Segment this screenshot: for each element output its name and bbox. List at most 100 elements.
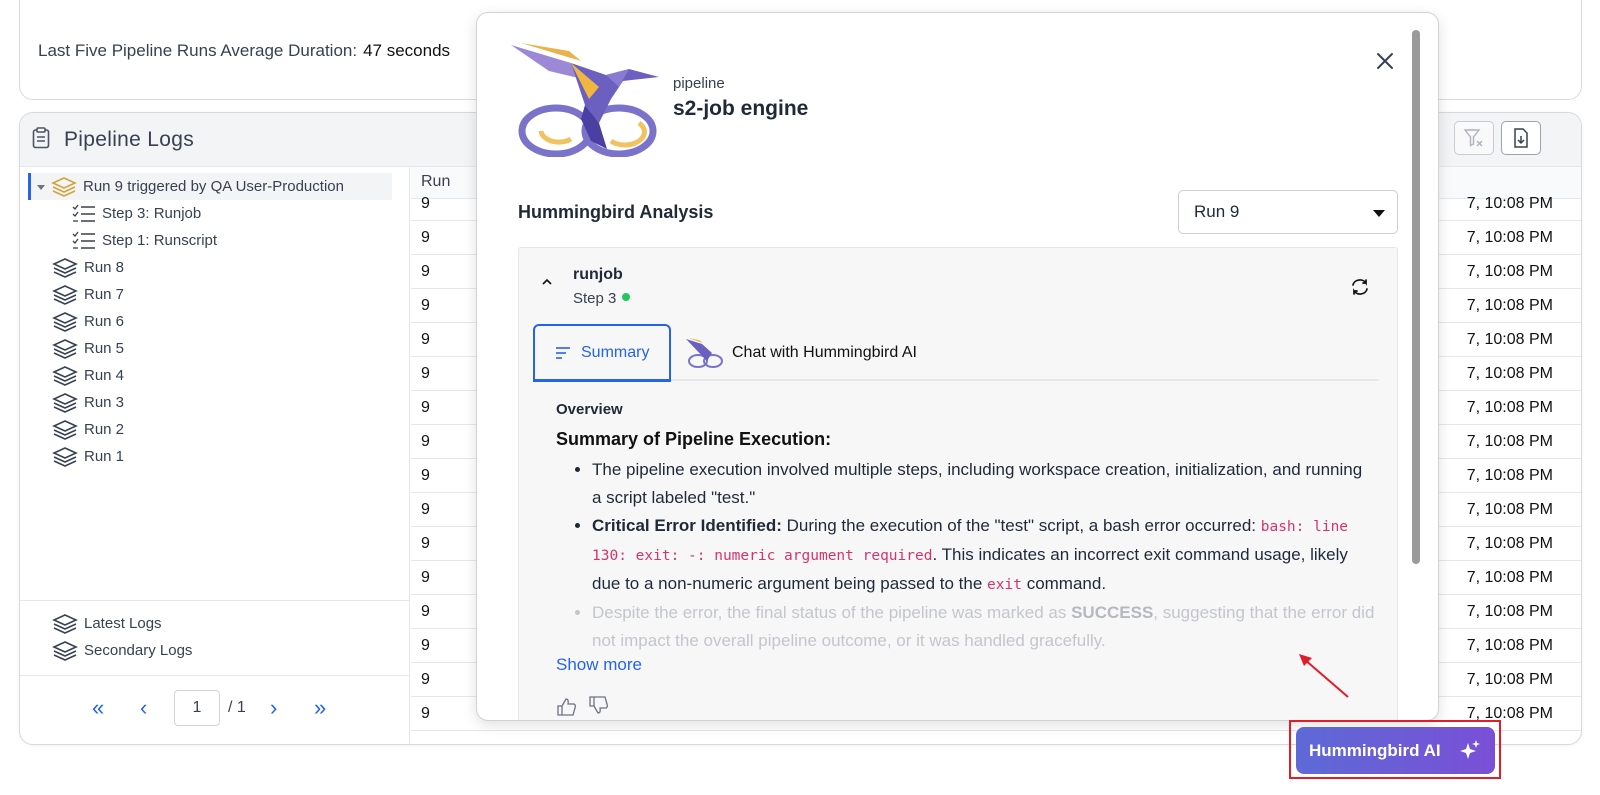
hummingbird-modal: pipeline s2-job engine Hummingbird Analy… — [476, 12, 1439, 721]
cell-time: 7, 10:08 PM — [1466, 501, 1553, 518]
average-duration: Last Five Pipeline Runs Average Duration… — [38, 41, 450, 61]
cell-run: 9 — [421, 433, 430, 450]
hummingbird-ai-button[interactable]: Hummingbird AI — [1296, 727, 1495, 774]
cell-run: 9 — [421, 297, 430, 314]
cell-run: 9 — [421, 535, 430, 552]
job-step-label: Step 3 — [573, 290, 617, 307]
clear-filter-button[interactable] — [1454, 121, 1494, 155]
cell-time: 7, 10:08 PM — [1466, 263, 1553, 280]
layers-icon — [51, 176, 77, 197]
export-file-icon — [1514, 128, 1528, 148]
clear-filter-icon — [1463, 129, 1483, 147]
cell-run: 9 — [421, 705, 430, 722]
pipeline-logs-title: Pipeline Logs — [64, 128, 194, 151]
status-dot — [622, 293, 631, 301]
tree-item-run-2[interactable]: Run 2 — [52, 416, 124, 443]
tree-item-step-3[interactable]: Step 3: Runjob — [72, 200, 201, 227]
secondary-logs-link[interactable]: Secondary Logs — [52, 637, 192, 664]
page-total: / 1 — [228, 699, 246, 716]
cell-time: 7, 10:08 PM — [1466, 433, 1553, 450]
modal-kind-label: pipeline — [673, 75, 725, 92]
tree-item-label: Run 3 — [84, 394, 125, 411]
layers-icon — [52, 257, 78, 278]
layers-icon — [52, 419, 78, 440]
layers-icon — [52, 365, 78, 386]
latest-logs-link[interactable]: Latest Logs — [52, 610, 162, 637]
layers-icon — [52, 338, 78, 359]
analysis-tabs: Summary Chat with Hummingbird AI — [533, 323, 1379, 382]
cell-time: 7, 10:08 PM — [1466, 569, 1553, 586]
bullet-text: During the execution of the "test" scrip… — [781, 516, 1261, 535]
cell-run: 9 — [421, 331, 430, 348]
cell-run: 9 — [421, 637, 430, 654]
tree-pagination: « ‹ 1 / 1 › » — [20, 675, 410, 744]
next-page-icon[interactable]: › — [270, 690, 277, 726]
tree-item-label: Run 5 — [84, 340, 125, 357]
run-select-value: Run 9 — [1194, 202, 1240, 221]
tree-item-run-1[interactable]: Run 1 — [52, 443, 124, 470]
analysis-card: runjob Step 3 Summary Chat with Hummingb… — [518, 247, 1398, 720]
tree-item-label: Run 6 — [84, 313, 125, 330]
cell-time: 7, 10:08 PM — [1466, 399, 1553, 416]
job-step: Step 3 — [573, 290, 631, 307]
tree-item-run-7[interactable]: Run 7 — [52, 281, 124, 308]
overview-label: Overview — [556, 401, 623, 418]
cell-time: 7, 10:08 PM — [1466, 671, 1553, 688]
refresh-icon[interactable] — [1349, 276, 1371, 298]
thumbs-down-icon[interactable] — [589, 696, 608, 714]
average-duration-label: Last Five Pipeline Runs Average Duration… — [38, 41, 358, 60]
bullet-text: Despite the error, the final status of t… — [592, 603, 1072, 622]
sparkles-icon — [1460, 740, 1480, 759]
tree-item-run-4[interactable]: Run 4 — [52, 362, 124, 389]
first-page-icon[interactable]: « — [92, 690, 104, 726]
hummingbird-ai-label: Hummingbird AI — [1309, 741, 1441, 760]
layers-icon — [52, 392, 78, 413]
summary-bullet: Despite the error, the final status of t… — [592, 599, 1376, 655]
job-name: runjob — [573, 266, 623, 283]
cell-run: 9 — [421, 467, 430, 484]
cell-time: 7, 10:08 PM — [1466, 195, 1553, 212]
modal-scrollbar[interactable] — [1412, 30, 1420, 564]
tree-item-run-6[interactable]: Run 6 — [52, 308, 124, 335]
cell-run: 9 — [421, 365, 430, 382]
tab-chat-label: Chat with Hummingbird AI — [732, 344, 917, 361]
cell-time: 7, 10:08 PM — [1466, 365, 1553, 382]
tree-item-label: Step 1: Runscript — [102, 232, 218, 249]
cell-run: 9 — [421, 603, 430, 620]
latest-logs-label: Latest Logs — [84, 615, 162, 632]
run-tree: Run 9 triggered by QA User-Production St… — [20, 167, 410, 744]
tree-item-label: Step 3: Runjob — [102, 205, 202, 222]
layers-icon — [52, 284, 78, 305]
chevron-up-icon[interactable] — [541, 276, 553, 288]
tree-item-run-3[interactable]: Run 3 — [52, 389, 124, 416]
page-input[interactable]: 1 — [174, 690, 220, 726]
tree-item-label: Run 7 — [84, 286, 125, 303]
tree-item-run-8[interactable]: Run 8 — [52, 254, 124, 281]
prev-page-icon[interactable]: ‹ — [140, 690, 147, 726]
cell-time: 7, 10:08 PM — [1466, 331, 1553, 348]
cell-time: 7, 10:08 PM — [1466, 637, 1553, 654]
exit-code: exit — [987, 577, 1022, 593]
tree-item-label: Run 8 — [84, 259, 125, 276]
average-duration-value: 47 seconds — [363, 41, 451, 60]
tab-summary[interactable]: Summary — [533, 324, 671, 382]
annotation-arrow — [1299, 654, 1349, 698]
export-button[interactable] — [1501, 121, 1541, 155]
cell-run: 9 — [421, 399, 430, 416]
show-more-link[interactable]: Show more — [556, 655, 642, 675]
bullet-text: The pipeline execution involved multiple… — [592, 460, 1363, 507]
cell-run: 9 — [421, 501, 430, 518]
tree-item-run-5[interactable]: Run 5 — [52, 335, 124, 362]
tree-item-run-9[interactable]: Run 9 triggered by QA User-Production — [28, 173, 392, 200]
last-page-icon[interactable]: » — [314, 690, 326, 726]
tree-item-label: Run 2 — [84, 421, 125, 438]
tree-item-step-1[interactable]: Step 1: Runscript — [72, 227, 217, 254]
feedback-icons — [557, 696, 608, 716]
cell-time: 7, 10:08 PM — [1466, 467, 1553, 484]
tree-item-label: Run 1 — [84, 448, 125, 465]
thumbs-up-icon[interactable] — [557, 698, 576, 716]
close-icon[interactable] — [1373, 49, 1397, 73]
run-select[interactable]: Run 9 — [1178, 190, 1398, 234]
cell-time: 7, 10:08 PM — [1466, 603, 1553, 620]
bullet-text: command. — [1021, 574, 1107, 593]
